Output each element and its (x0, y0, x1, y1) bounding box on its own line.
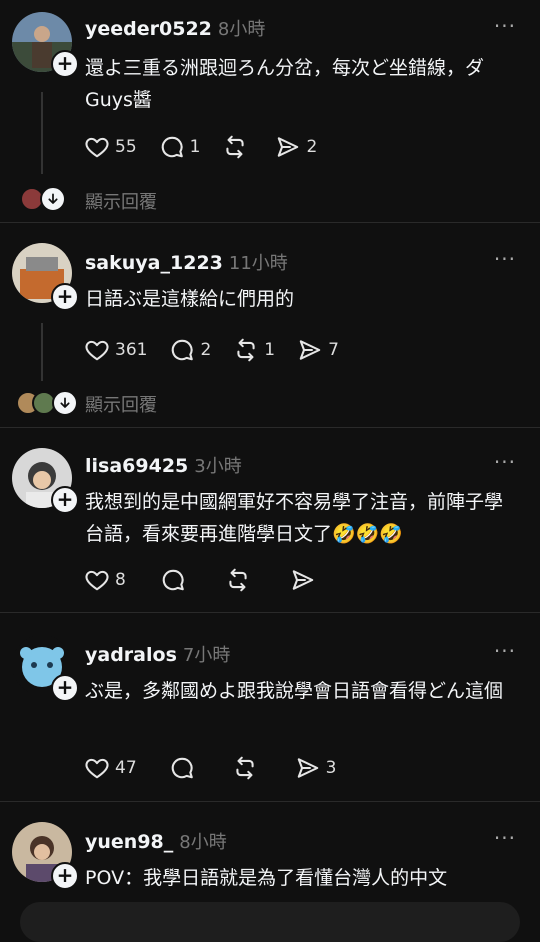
username[interactable]: yadralos 7小時 (85, 641, 230, 667)
arrow-down-icon (52, 390, 78, 416)
share-count: 3 (325, 758, 337, 778)
post-text: 我想到的是中國網軍好不容易學了注音，前陣子學台語，看來要再進階學日文了🤣🤣🤣 (85, 491, 504, 545)
more-dots-icon[interactable]: ··· (494, 14, 516, 38)
like-count: 55 (115, 137, 137, 157)
post-time: 11小時 (228, 253, 288, 274)
like-count: 47 (115, 758, 137, 778)
username[interactable]: yuen98_ 8小時 (85, 828, 227, 854)
comment-bubble-icon (160, 567, 186, 593)
repost-icon (232, 755, 258, 781)
repost-count: 1 (264, 340, 276, 360)
heart-icon (84, 755, 110, 781)
more-dots-icon[interactable]: ··· (494, 826, 516, 850)
comment-bubble-icon (169, 337, 195, 363)
post-3: + lisa69425 3小時 ··· 我想到的是中國網軍好不容易學了注音，前陣子… (0, 428, 540, 612)
share-button[interactable]: 7 (297, 337, 339, 363)
comment-button[interactable] (169, 755, 200, 781)
post-5: + yuen98_ 8小時 ··· POV：我學日語就是為了看懂台灣人的中文 (0, 802, 540, 913)
repost-icon (233, 337, 259, 363)
show-replies-link[interactable]: 顯示回覆 (85, 188, 157, 214)
post-text: ぶ是，多鄰國めよ跟我說學會日語會看得どん這個 (85, 680, 504, 702)
send-icon (290, 567, 316, 593)
reply-composer-bar[interactable] (20, 902, 520, 942)
more-dots-icon[interactable]: ··· (494, 639, 516, 663)
repost-button[interactable] (225, 567, 256, 593)
comment-button[interactable] (160, 567, 191, 593)
comment-count: 1 (189, 137, 201, 157)
send-icon (275, 134, 301, 160)
follow-button[interactable]: + (51, 674, 79, 702)
post-text: 還よ三重る洲跟迴ろん分岔，每次ど坐錯線，ダGuys醬 (85, 57, 485, 111)
follow-button[interactable]: + (51, 486, 79, 514)
more-dots-icon[interactable]: ··· (494, 247, 516, 271)
like-count: 361 (115, 340, 148, 360)
comment-button[interactable]: 2 (169, 337, 211, 363)
like-button[interactable]: 55 (84, 134, 137, 160)
heart-icon (84, 337, 110, 363)
thread-line (41, 92, 43, 174)
follow-button[interactable]: + (51, 283, 79, 311)
repost-button[interactable] (232, 755, 263, 781)
like-button[interactable]: 361 (84, 337, 147, 363)
post-text: 日語ぶ是這樣給に們用的 (85, 288, 295, 310)
more-dots-icon[interactable]: ··· (494, 450, 516, 474)
comment-bubble-icon (159, 134, 185, 160)
post-time: 8小時 (179, 832, 227, 853)
like-button[interactable]: 8 (84, 567, 126, 593)
plus-icon: + (56, 487, 74, 511)
post-2: + sakuya_1223 11小時 ··· 日語ぶ是這樣給に們用的 361 2 … (0, 223, 540, 427)
post-text: POV：我學日語就是為了看懂台灣人的中文 (85, 867, 448, 889)
share-count: 2 (306, 137, 318, 157)
username[interactable]: lisa69425 3小時 (85, 452, 242, 478)
heart-icon (84, 134, 110, 160)
follow-button[interactable]: + (51, 862, 79, 890)
plus-icon: + (56, 675, 74, 699)
reply-avatars[interactable] (20, 186, 66, 212)
show-replies-link[interactable]: 顯示回覆 (85, 391, 157, 417)
post-time: 8小時 (217, 19, 266, 40)
share-button[interactable]: 2 (275, 134, 317, 160)
thread-line (41, 323, 43, 381)
plus-icon: + (56, 51, 74, 75)
comment-button[interactable]: 1 (159, 134, 201, 160)
plus-icon: + (56, 284, 74, 308)
post-actions: 47 3 (84, 754, 358, 782)
arrow-down-icon (40, 186, 66, 212)
repost-icon (225, 567, 251, 593)
repost-icon (222, 134, 248, 160)
send-icon (297, 337, 323, 363)
username[interactable]: yeeder0522 8小時 (85, 15, 265, 41)
share-button[interactable] (290, 567, 321, 593)
send-icon (295, 755, 321, 781)
comment-count: 2 (200, 340, 212, 360)
post-4: + yadralos 7小時 ··· ぶ是，多鄰國めよ跟我說學會日語會看得どん這個… (0, 613, 540, 801)
like-button[interactable]: 47 (84, 755, 137, 781)
post-actions: 8 (84, 566, 343, 594)
post-1: + yeeder0522 8小時 ··· 還よ三重る洲跟迴ろん分岔，每次ど坐錯線，… (0, 0, 540, 222)
repost-button[interactable] (222, 134, 253, 160)
reply-avatars[interactable] (16, 390, 78, 416)
repost-button[interactable]: 1 (233, 337, 275, 363)
heart-icon (84, 567, 110, 593)
post-time: 7小時 (182, 645, 231, 666)
comment-bubble-icon (169, 755, 195, 781)
share-button[interactable]: 3 (295, 755, 337, 781)
like-count: 8 (115, 570, 126, 590)
post-time: 3小時 (194, 456, 242, 477)
post-actions: 55 1 2 (84, 133, 339, 161)
plus-icon: + (56, 863, 74, 887)
follow-button[interactable]: + (51, 50, 79, 78)
username[interactable]: sakuya_1223 11小時 (85, 249, 288, 275)
post-actions: 361 2 1 7 (84, 336, 361, 364)
share-count: 7 (328, 340, 339, 360)
